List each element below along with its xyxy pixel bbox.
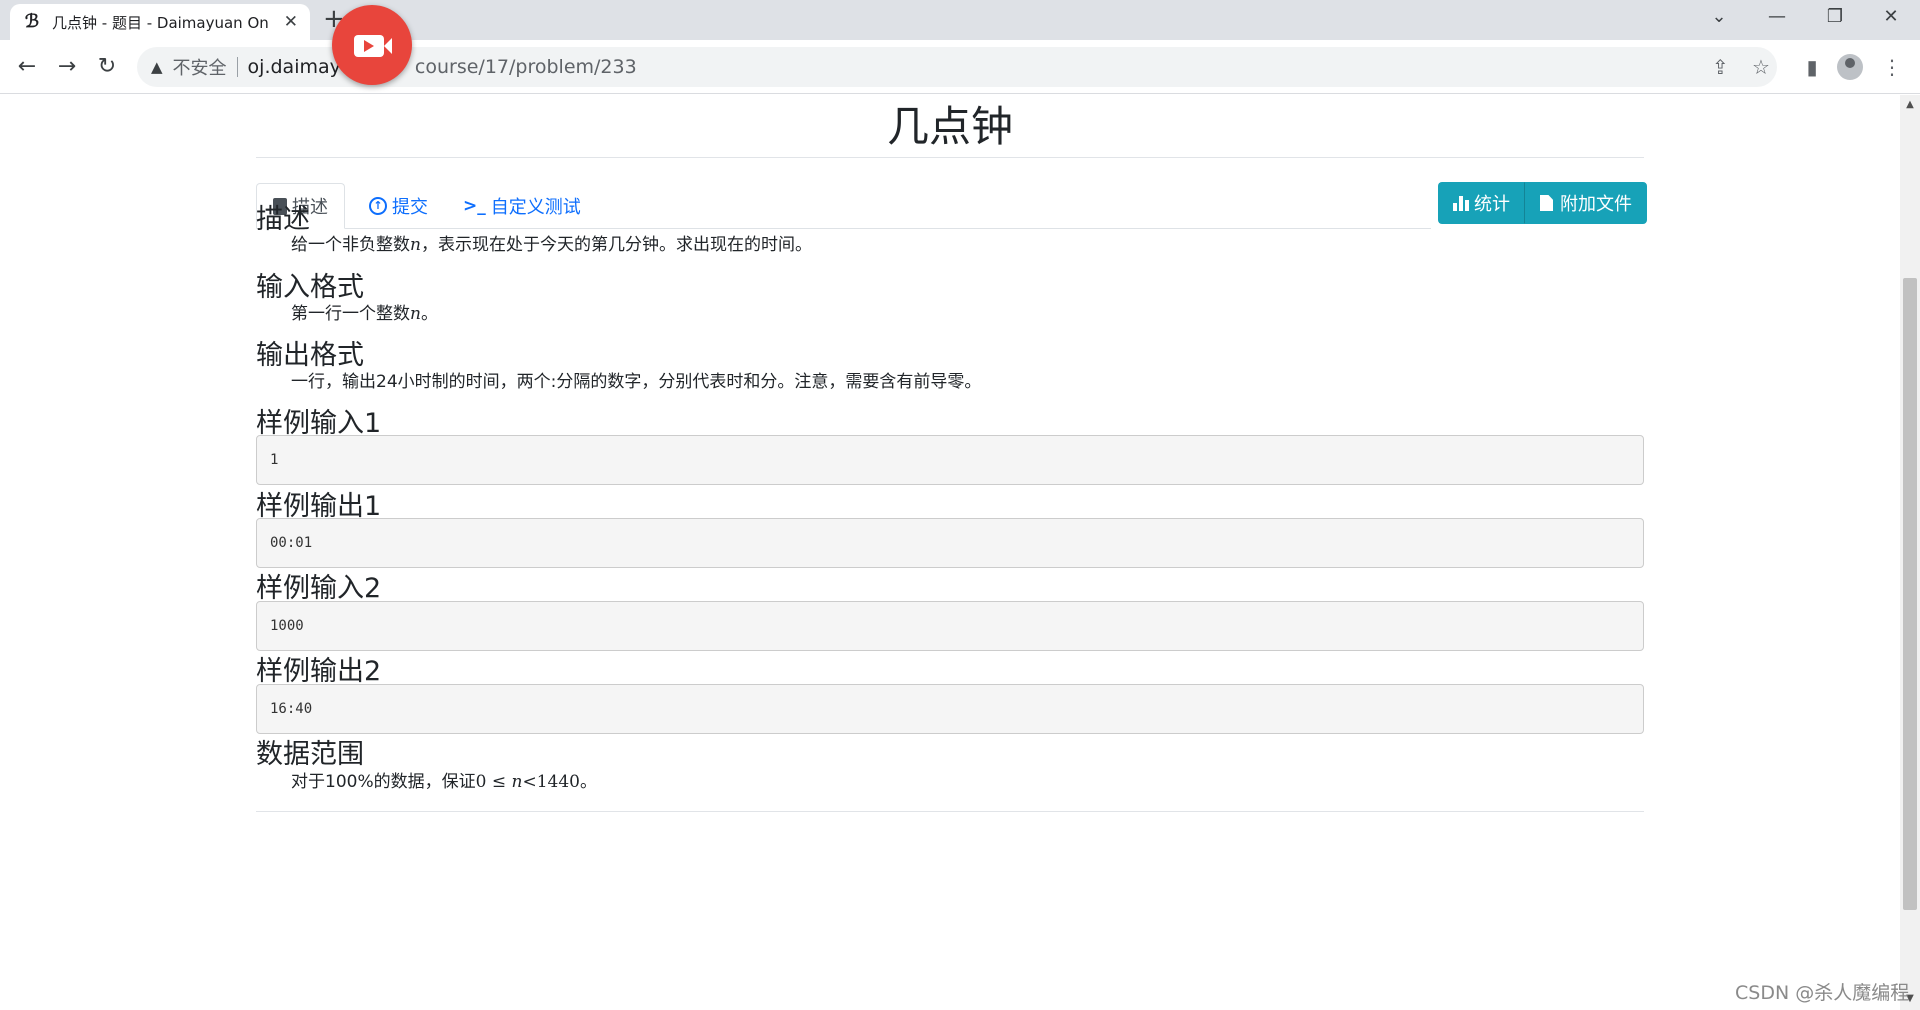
browser-tabstrip: ℬ 几点钟 - 题目 - Daimayuan On ✕ + ⌄ — ❐ ✕	[0, 0, 1920, 40]
tab-label: 自定义测试	[490, 197, 581, 218]
tab-submit[interactable]: ↑ 提交	[369, 183, 428, 229]
tab-label: 提交	[392, 197, 428, 218]
share-icon[interactable]: ⇪	[1712, 47, 1729, 87]
close-window-icon[interactable]: ✕	[1862, 0, 1920, 34]
page-scrollbar[interactable]: ▲ ▼	[1900, 95, 1920, 1010]
browser-tab[interactable]: ℬ 几点钟 - 题目 - Daimayuan On ✕	[10, 4, 310, 40]
reload-icon[interactable]: ↻	[90, 50, 124, 84]
stats-label: 统计	[1474, 194, 1510, 215]
back-icon[interactable]: ←	[10, 50, 44, 84]
math-high: 1440	[536, 772, 580, 792]
sample-output-1-block[interactable]: 00:01	[256, 518, 1644, 568]
title-divider	[256, 157, 1644, 158]
menu-kebab-icon[interactable]: ⋮	[1875, 50, 1909, 84]
address-separator	[236, 57, 238, 77]
upload-icon: ↑	[369, 197, 387, 215]
scrollbar-thumb[interactable]	[1903, 278, 1917, 910]
close-tab-icon[interactable]: ✕	[284, 12, 298, 32]
tab-search-chevron-icon[interactable]: ⌄	[1690, 0, 1748, 34]
camera-lens	[384, 38, 392, 54]
stats-button[interactable]: 统计	[1438, 182, 1525, 224]
data-range-text: 对于100%的数据，保证0 ≤ n<1440。	[291, 767, 597, 792]
math-op-le: ≤	[486, 772, 512, 792]
output-format-text: 一行，输出24小时制的时间，两个:分隔的数字，分别代表时和分。注意，需要含有前导…	[291, 372, 982, 392]
sample-output-2-block[interactable]: 16:40	[256, 684, 1644, 734]
math-var: n	[410, 235, 421, 255]
math-op-lt: <	[522, 772, 537, 792]
bookmark-star-icon[interactable]: ☆	[1752, 47, 1770, 87]
bar-chart-icon	[1453, 195, 1469, 211]
sample-input-2-heading: 样例输入2	[256, 573, 382, 604]
attachments-button[interactable]: 附加文件	[1525, 182, 1647, 224]
sample-input-1-block[interactable]: 1	[256, 435, 1644, 485]
tab-custom-test[interactable]: >_ 自定义测试	[463, 183, 581, 229]
data-range-after: 。	[579, 772, 597, 792]
description-text: 给一个非负整数n，表示现在处于今天的第几分钟。求出现在的时间。	[291, 230, 812, 255]
problem-actions: 统计 附加文件	[1438, 182, 1647, 224]
restore-icon[interactable]: ❐	[1806, 0, 1864, 34]
description-after: ，表示现在处于今天的第几分钟。求出现在的时间。	[420, 235, 812, 255]
input-format-after: 。	[420, 304, 438, 324]
input-format-before: 第一行一个整数	[291, 304, 410, 324]
security-label[interactable]: 不安全	[173, 54, 227, 80]
math-var: n	[511, 772, 523, 792]
tab-title: 几点钟 - 题目 - Daimayuan On	[52, 13, 269, 32]
problem-tabs: 描述 ↑ 提交 >_ 自定义测试	[256, 183, 1431, 229]
input-format-text: 第一行一个整数n。	[291, 299, 438, 324]
data-range-heading: 数据范围	[256, 739, 364, 770]
side-panel-icon[interactable]: ▮	[1795, 50, 1829, 84]
math-low: 0	[475, 772, 487, 792]
description-before: 给一个非负整数	[291, 235, 410, 255]
page-viewport: 几点钟 描述 ↑ 提交 >_ 自定义测试 统计 附加文件 描述 给一个非负整数n…	[0, 95, 1900, 1010]
warning-icon[interactable]: ▲	[151, 58, 163, 76]
file-icon	[1540, 195, 1553, 211]
math-var: n	[410, 304, 421, 324]
profile-avatar[interactable]	[1837, 54, 1863, 80]
address-url[interactable]: oj.daimayu course/17/problem/233	[248, 56, 637, 78]
address-path: course/17/problem/233	[414, 56, 637, 78]
browser-toolbar: ← → ↻ ▲ 不安全 oj.daimayu course/17/problem/…	[0, 40, 1920, 94]
watermark: CSDN @杀人魔编程	[1735, 982, 1910, 1004]
scroll-up-icon[interactable]: ▲	[1900, 99, 1920, 110]
page-title: 几点钟	[886, 102, 1013, 151]
minimize-icon[interactable]: —	[1748, 0, 1806, 34]
camera-body	[354, 35, 384, 57]
forward-icon[interactable]: →	[50, 50, 84, 84]
attachments-label: 附加文件	[1560, 194, 1632, 215]
data-range-before: 对于100%的数据，保证	[291, 772, 476, 792]
site-favicon-icon: ℬ	[24, 11, 40, 32]
screen-recorder-icon[interactable]	[332, 5, 412, 85]
sample-output-2-heading: 样例输出2	[256, 656, 382, 687]
terminal-icon: >_	[463, 196, 486, 216]
sample-input-2-block[interactable]: 1000	[256, 601, 1644, 651]
bottom-divider	[256, 811, 1644, 812]
